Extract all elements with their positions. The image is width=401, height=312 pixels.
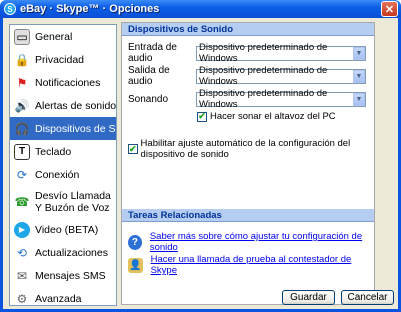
sidebar-item-connection[interactable]: ⟳ Conexión — [10, 163, 116, 186]
test-call-link-row: 👤 Hacer una llamada de prueba al contest… — [128, 254, 374, 276]
sidebar-item-advanced[interactable]: ⚙ Avanzada — [10, 287, 116, 306]
close-icon: ✕ — [384, 3, 395, 16]
ringing-label: Sonando — [128, 93, 169, 105]
auto-adjust-checkbox[interactable]: ✔ Habilitar ajuste automático de la conf… — [128, 138, 374, 160]
audio-output-label: Salida de audio — [128, 65, 170, 87]
title-bar: S eBay · Skype™ · Opciones ✕ — [0, 0, 401, 18]
audio-output-row: Salida de audio Dispositivo predetermina… — [128, 65, 372, 87]
sidebar-item-label: Desvío Llamada Y Buzón de Voz — [35, 190, 111, 214]
privacy-icon: 🔒 — [14, 52, 30, 67]
skype-logo-icon: S — [4, 3, 16, 15]
sidebar-item-label: Conexión — [35, 168, 80, 181]
sidebar-item-sms[interactable]: ✉ Mensajes SMS — [10, 264, 116, 287]
ringing-row: Sonando Dispositivo predeterminado de Wi… — [128, 88, 372, 110]
sound-config-help-link[interactable]: Saber más sobre cómo ajustar tu configur… — [150, 231, 374, 253]
sidebar-item-label: Video (BETA) — [35, 223, 99, 236]
close-button[interactable]: ✕ — [381, 1, 398, 17]
audio-output-select[interactable]: Dispositivo predeterminado de Windows ▼ — [196, 65, 366, 87]
audio-output-value: Dispositivo predeterminado de Windows — [199, 65, 328, 87]
pc-speaker-label: Hacer sonar el altavoz del PC — [210, 111, 336, 122]
sidebar-item-sound-devices[interactable]: 🎧 Dispositivos de Soni — [10, 117, 116, 140]
save-button[interactable]: Guardar — [282, 290, 335, 305]
sidebar-item-keyboard[interactable]: T Teclado — [10, 140, 116, 163]
sidebar-item-general[interactable]: ▭ General — [10, 25, 116, 48]
sidebar-item-call-forwarding[interactable]: ☎ Desvío Llamada Y Buzón de Voz — [10, 186, 116, 218]
help-link-row: ? Saber más sobre cómo ajustar tu config… — [128, 231, 374, 253]
sidebar-item-label: Privacidad — [35, 53, 85, 66]
sidebar-item-updates[interactable]: ⟲ Actualizaciones — [10, 241, 116, 264]
audio-input-label: Entrada de audio — [128, 42, 177, 64]
ringing-select[interactable]: Dispositivo predeterminado de Windows ▼ — [196, 88, 366, 110]
chevron-down-icon[interactable]: ▼ — [353, 46, 365, 60]
sidebar-item-label: Teclado — [35, 145, 72, 158]
contact-icon: 👤 — [128, 257, 143, 273]
pc-speaker-checkbox[interactable]: ✔ Hacer sonar el altavoz del PC — [197, 111, 336, 122]
auto-adjust-label: Habilitar ajuste automático de la config… — [140, 138, 351, 160]
sidebar-item-notifications[interactable]: ⚑ Notificaciones — [10, 71, 116, 94]
video-icon: ▶ — [14, 221, 30, 238]
client-area: ▭ General 🔒 Privacidad ⚑ Notificaciones … — [3, 18, 398, 309]
connection-icon: ⟳ — [16, 167, 28, 182]
audio-input-row: Entrada de audio Dispositivo predetermin… — [128, 42, 372, 64]
sidebar-item-label: Mensajes SMS — [35, 269, 106, 282]
chevron-down-icon[interactable]: ▼ — [353, 92, 365, 106]
cancel-button[interactable]: Cancelar — [341, 290, 394, 305]
general-icon: ▭ — [14, 28, 30, 45]
checkmark-icon[interactable]: ✔ — [197, 111, 207, 122]
headset-icon: 🎧 — [14, 121, 30, 136]
sidebar-item-video[interactable]: ▶ Video (BETA) — [10, 218, 116, 241]
sidebar-item-label: Avanzada — [35, 292, 82, 305]
sms-icon: ✉ — [16, 268, 28, 283]
test-call-link[interactable]: Hacer una llamada de prueba al contestad… — [151, 254, 374, 276]
sidebar: ▭ General 🔒 Privacidad ⚑ Notificaciones … — [9, 24, 117, 306]
sound-devices-section: Dispositivos de Sonido Entrada de audio … — [122, 23, 374, 208]
keyboard-icon: T — [14, 143, 30, 160]
window-title: eBay · Skype™ · Opciones — [20, 3, 160, 15]
settings-panel: Dispositivos de Sonido Entrada de audio … — [121, 22, 375, 305]
ringing-value: Dispositivo predeterminado de Windows — [199, 88, 328, 110]
sidebar-item-label: General — [35, 30, 73, 43]
section-header: Dispositivos de Sonido — [122, 23, 374, 36]
update-icon: ⟲ — [16, 245, 28, 260]
sidebar-item-sound-alerts[interactable]: 🔊 Alertas de sonido — [10, 94, 116, 117]
sidebar-item-label: Dispositivos de Soni — [35, 122, 116, 135]
voicemail-icon: ☎ — [14, 195, 30, 209]
checkmark-icon[interactable]: ✔ — [128, 144, 138, 154]
audio-input-value: Dispositivo predeterminado de Windows — [199, 42, 328, 64]
audio-input-select[interactable]: Dispositivo predeterminado de Windows ▼ — [196, 42, 366, 64]
sidebar-item-label: Actualizaciones — [35, 246, 108, 259]
options-window: S eBay · Skype™ · Opciones ✕ ▭ General 🔒… — [0, 0, 401, 312]
chevron-down-icon[interactable]: ▼ — [353, 69, 365, 83]
gear-icon: ⚙ — [16, 291, 28, 306]
sidebar-item-label: Alertas de sonido — [35, 99, 117, 112]
related-tasks-section: Tareas Relacionadas ? Saber más sobre có… — [122, 209, 374, 279]
flag-icon: ⚑ — [16, 75, 28, 90]
sidebar-item-label: Notificaciones — [35, 76, 101, 89]
section-header: Tareas Relacionadas — [122, 209, 374, 222]
sidebar-item-privacy[interactable]: 🔒 Privacidad — [10, 48, 116, 71]
speaker-icon: 🔊 — [14, 98, 30, 113]
help-icon: ? — [128, 234, 142, 250]
